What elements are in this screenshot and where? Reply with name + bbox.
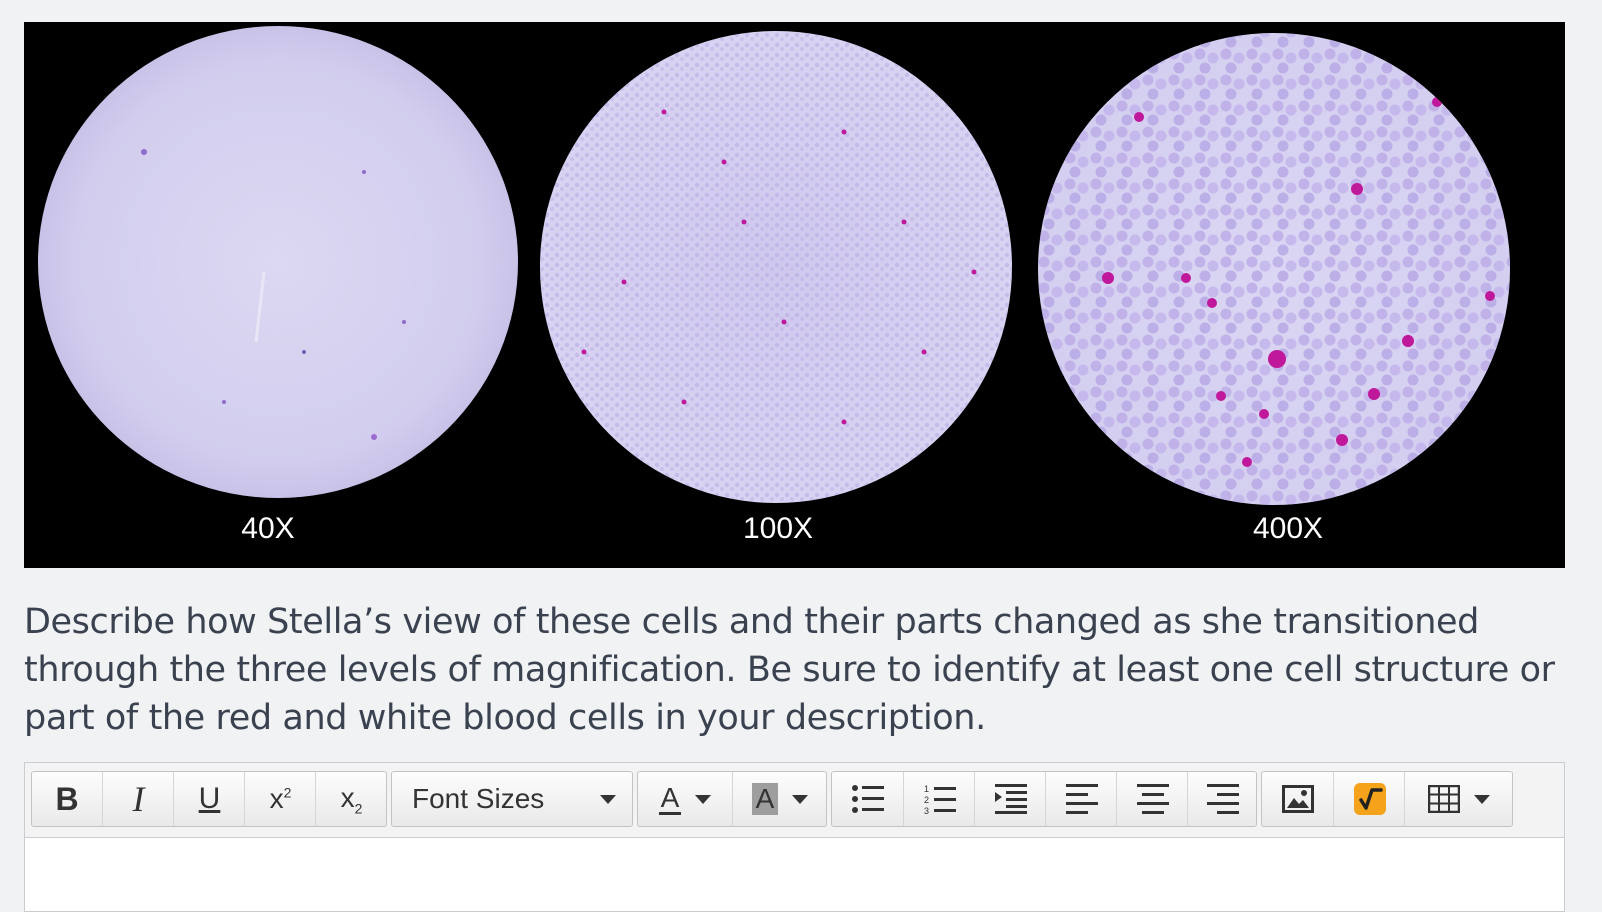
bold-icon: B (55, 780, 79, 817)
indent-button[interactable] (974, 772, 1046, 826)
superscript-button[interactable]: x2 (244, 772, 316, 826)
micrograph-image (38, 26, 1510, 505)
subscript-button[interactable]: x2 (315, 772, 387, 826)
font-sizes-dropdown[interactable]: Font Sizes (392, 772, 632, 826)
table-icon (1428, 785, 1460, 813)
underline-icon: U (198, 782, 221, 815)
italic-icon: I (132, 779, 145, 819)
insert-table-button[interactable] (1404, 772, 1513, 826)
rich-text-editor: B I U x2 x2 Font Sizes A A 1 2 3 (24, 762, 1565, 912)
chevron-down-icon (600, 794, 616, 804)
font-size-group: Font Sizes (391, 771, 633, 827)
insert-image-button[interactable] (1262, 772, 1333, 826)
numbered-list-button[interactable]: 1 2 3 (903, 772, 975, 826)
svg-text:1: 1 (924, 784, 929, 794)
insert-group (1261, 771, 1513, 827)
background-color-icon: A (751, 783, 779, 815)
editor-content-area[interactable] (25, 838, 1564, 911)
magnification-label-40x: 40X (241, 512, 295, 545)
background-color-button[interactable]: A (732, 772, 827, 826)
equation-button[interactable] (1333, 772, 1405, 826)
magnification-label-100x: 100X (742, 512, 814, 545)
micrograph-panel: 40X 100X 400X (24, 22, 1565, 568)
text-color-button[interactable]: A (638, 772, 732, 826)
bulleted-list-icon (851, 785, 884, 813)
micrograph-100x (540, 31, 1012, 503)
align-right-icon (1206, 784, 1239, 814)
svg-text:2: 2 (924, 795, 929, 805)
question-prompt: Describe how Stella’s view of these cell… (24, 602, 1555, 738)
underline-button[interactable]: U (173, 772, 245, 826)
chevron-down-icon (1474, 794, 1490, 804)
bulleted-list-button[interactable] (832, 772, 903, 826)
numbered-list-icon: 1 2 3 (924, 784, 956, 815)
paragraph-group: 1 2 3 (831, 771, 1257, 827)
chevron-down-icon (792, 794, 809, 804)
editor-toolbar: B I U x2 x2 Font Sizes A A 1 2 3 (25, 763, 1564, 838)
align-left-button[interactable] (1045, 772, 1117, 826)
chevron-down-icon (695, 794, 712, 804)
micrograph-400x (1038, 33, 1510, 505)
text-style-group: B I U x2 x2 (31, 771, 387, 827)
subscript-icon: x2 (340, 781, 363, 817)
magnification-label-400x: 400X (1252, 512, 1324, 545)
italic-button[interactable]: I (102, 772, 174, 826)
font-sizes-label: Font Sizes (412, 783, 545, 814)
image-icon (1281, 785, 1314, 813)
align-center-button[interactable] (1116, 772, 1188, 826)
align-left-icon (1065, 784, 1098, 814)
micrograph-40x (38, 26, 518, 498)
align-center-icon (1136, 784, 1169, 814)
text-color-icon: A (658, 781, 682, 815)
indent-icon (994, 784, 1027, 814)
align-right-button[interactable] (1187, 772, 1257, 826)
svg-text:3: 3 (924, 806, 929, 815)
color-group: A A (637, 771, 827, 827)
equation-icon (1353, 783, 1386, 815)
superscript-icon: x2 (269, 783, 292, 814)
bold-button[interactable]: B (32, 772, 102, 826)
